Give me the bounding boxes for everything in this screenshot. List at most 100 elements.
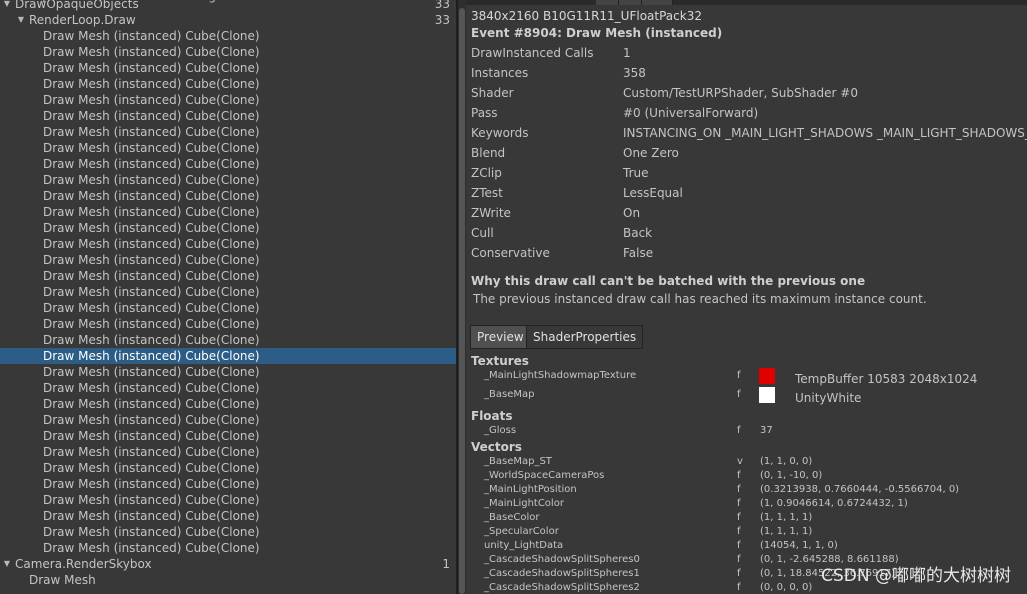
property-key: ZTest (471, 186, 503, 200)
tree-row-label: Draw Mesh (instanced) Cube(Clone) (43, 429, 260, 443)
tree-row-label: Draw Mesh (instanced) Cube(Clone) (43, 541, 260, 555)
tab-preview[interactable]: Preview (470, 325, 531, 349)
expand-arrow-icon[interactable]: ▼ (16, 12, 26, 28)
tree-row-clipped[interactable]: SetupBatchRenderer BatchConfigure (0, 0, 456, 4)
tree-row-count: 33 (434, 13, 450, 27)
tree-row[interactable]: Draw Mesh (instanced) Cube(Clone) (0, 60, 456, 76)
tree-row[interactable]: Draw Mesh (0, 572, 456, 588)
tree-row[interactable]: Draw Mesh (instanced) Cube(Clone) (0, 508, 456, 524)
tree-row-count: 1 (442, 557, 450, 571)
tree-row-label: Draw Mesh (instanced) Cube(Clone) (43, 493, 260, 507)
texture-thumbnail[interactable] (759, 368, 775, 384)
property-key: Pass (471, 106, 498, 120)
property-value: True (623, 166, 649, 180)
shader-property-type: f (737, 512, 741, 523)
tree-row-label: Draw Mesh (instanced) Cube(Clone) (43, 173, 260, 187)
shader-property-name: _MainLightShadowmapTexture (484, 370, 637, 381)
tree-row[interactable]: Draw Mesh (instanced) Cube(Clone) (0, 140, 456, 156)
shader-property-name: _BaseColor (484, 512, 540, 523)
expand-arrow-icon[interactable]: ▼ (2, 556, 12, 572)
tree-row[interactable]: Draw Mesh (instanced) Cube(Clone) (0, 44, 456, 60)
tree-row-label: Draw Mesh (instanced) Cube(Clone) (43, 221, 260, 235)
tree-row[interactable]: Draw Mesh (instanced) Cube(Clone) (0, 412, 456, 428)
tree-row[interactable]: Draw Mesh (instanced) Cube(Clone) (0, 188, 456, 204)
tree-row-label: Draw Mesh (instanced) Cube(Clone) (43, 413, 260, 427)
shader-property-type: f (737, 425, 741, 436)
texture-thumbnail[interactable] (759, 387, 775, 403)
tree-row-label: Draw Mesh (instanced) Cube(Clone) (43, 445, 260, 459)
tree-row[interactable]: Draw Mesh (instanced) Cube(Clone) (0, 252, 456, 268)
tree-row[interactable]: Draw Mesh (instanced) Cube(Clone) (0, 460, 456, 476)
tree-row[interactable]: Draw Mesh (instanced) Cube(Clone) (0, 76, 456, 92)
shader-property-name: _BaseMap (484, 389, 535, 400)
tab-shader-properties[interactable]: ShaderProperties (526, 325, 644, 349)
tree-row[interactable]: ▼ RenderLoop.Draw 33 (0, 12, 456, 28)
property-value: 1 (623, 46, 631, 60)
shader-property-name: _CascadeShadowSplitSpheres1 (484, 568, 640, 579)
tree-row[interactable]: Draw Mesh (instanced) Cube(Clone) (0, 236, 456, 252)
shader-property-type: f (737, 582, 741, 593)
tree-row[interactable]: Draw Mesh (instanced) Cube(Clone) (0, 220, 456, 236)
shader-property-name: _MainLightPosition (484, 484, 577, 495)
tree-row[interactable]: Draw Mesh (instanced) Cube(Clone) (0, 284, 456, 300)
tree-row[interactable]: Draw Mesh (instanced) Cube(Clone) (0, 476, 456, 492)
shader-property-value: TempBuffer 10583 2048x1024 (795, 372, 978, 386)
property-value: One Zero (623, 146, 679, 160)
tree-row[interactable]: Draw Mesh (instanced) Cube(Clone) (0, 396, 456, 412)
property-value: 358 (623, 66, 646, 80)
batch-reason: The previous instanced draw call has rea… (473, 292, 927, 306)
tree-row[interactable]: Draw Mesh (instanced) Cube(Clone) (0, 540, 456, 556)
tree-row[interactable]: Draw Mesh (instanced) Cube(Clone) (0, 332, 456, 348)
tree-row-label: Draw Mesh (instanced) Cube(Clone) (43, 93, 260, 107)
toolbar-stub[interactable] (619, 0, 642, 5)
tree-row[interactable]: Draw Mesh (instanced) Cube(Clone) (0, 108, 456, 124)
property-key: ZWrite (471, 206, 511, 220)
tree-row-label: Draw Mesh (instanced) Cube(Clone) (43, 397, 260, 411)
tree-row-selected[interactable]: Draw Mesh (instanced) Cube(Clone) (0, 348, 456, 364)
vectors-heading: Vectors (471, 440, 522, 454)
property-value: Back (623, 226, 653, 240)
tree-row[interactable]: Draw Mesh (instanced) Cube(Clone) (0, 380, 456, 396)
tree-row-label: Draw Mesh (instanced) Cube(Clone) (43, 301, 260, 315)
tree-row-label: Draw Mesh (instanced) Cube(Clone) (43, 29, 260, 43)
tree-scrollbar-thumb[interactable] (459, 8, 465, 594)
property-key: Keywords (471, 126, 529, 140)
tree-row[interactable]: Draw Mesh (instanced) Cube(Clone) (0, 444, 456, 460)
toolbar-stub[interactable] (596, 0, 619, 5)
tree-row-label: Draw Mesh (instanced) Cube(Clone) (43, 125, 260, 139)
tree-row[interactable]: Draw Mesh (instanced) Cube(Clone) (0, 172, 456, 188)
shader-property-type: f (737, 540, 741, 551)
tree-row-label: Draw Mesh (instanced) Cube(Clone) (43, 349, 260, 363)
tree-row[interactable]: Draw Mesh (instanced) Cube(Clone) (0, 92, 456, 108)
property-value: LessEqual (623, 186, 683, 200)
tree-row[interactable]: Draw Mesh (instanced) Cube(Clone) (0, 204, 456, 220)
batch-heading: Why this draw call can't be batched with… (471, 274, 866, 288)
tree-row[interactable]: Draw Mesh (instanced) Cube(Clone) (0, 492, 456, 508)
tree-row-label: Draw Mesh (instanced) Cube(Clone) (43, 333, 260, 347)
tree-row[interactable]: Draw Mesh (instanced) Cube(Clone) (0, 524, 456, 540)
tree-row[interactable]: Draw Mesh (instanced) Cube(Clone) (0, 268, 456, 284)
property-key: ZClip (471, 166, 502, 180)
tree-row-label: Draw Mesh (instanced) Cube(Clone) (43, 141, 260, 155)
tree-row[interactable]: ▼ Camera.RenderSkybox 1 (0, 556, 456, 572)
property-key: Cull (471, 226, 494, 240)
tree-row[interactable]: Draw Mesh (instanced) Cube(Clone) (0, 156, 456, 172)
shader-property-name: unity_LightData (484, 540, 564, 551)
tree-row[interactable]: Draw Mesh (instanced) Cube(Clone) (0, 364, 456, 380)
shader-property-type: f (737, 389, 741, 400)
property-value: False (623, 246, 654, 260)
shader-property-type: f (737, 526, 741, 537)
tree-row[interactable]: Draw Mesh (instanced) Cube(Clone) (0, 28, 456, 44)
tree-row[interactable]: Draw Mesh (instanced) Cube(Clone) (0, 300, 456, 316)
tree-row[interactable]: Draw Mesh (instanced) Cube(Clone) (0, 428, 456, 444)
tree-row-label: Draw Mesh (instanced) Cube(Clone) (43, 109, 260, 123)
shader-property-name: _Gloss (484, 425, 517, 436)
tree-row[interactable]: Draw Mesh (instanced) Cube(Clone) (0, 316, 456, 332)
toolbar-stub[interactable] (642, 0, 673, 5)
shader-property-name: _WorldSpaceCameraPos (484, 470, 605, 481)
tree-row[interactable]: Draw Mesh (instanced) Cube(Clone) (0, 124, 456, 140)
floats-heading: Floats (471, 409, 513, 423)
tree-row-label: Draw Mesh (instanced) Cube(Clone) (43, 77, 260, 91)
tree-row-label: Draw Mesh (instanced) Cube(Clone) (43, 269, 260, 283)
frame-event-tree[interactable]: ▼ DrawOpaqueObjects 33 ▼ RenderLoop.Draw 33 Dr… (0, 0, 456, 594)
